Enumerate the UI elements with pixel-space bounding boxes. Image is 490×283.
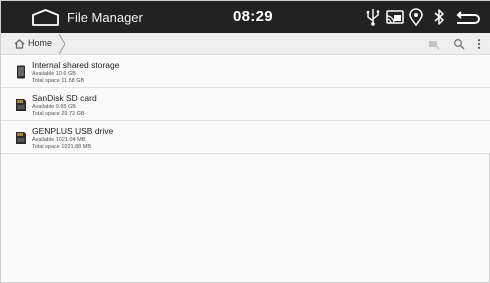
storage-item-internal[interactable]: Internal shared storage Available 10.6 G… [1, 55, 490, 88]
storage-item-sd-card[interactable]: SanDisk SD card Available 9.65 GB Total … [1, 88, 490, 121]
storage-item-usb-drive[interactable]: GENPLUS USB drive Available 1021.04 MB T… [1, 121, 490, 154]
storage-total: Total space 11.58 GB [32, 78, 85, 84]
back-arrow-icon[interactable] [454, 8, 480, 28]
storage-total: Total space 29.72 GB [32, 111, 85, 117]
app-title: File Manager [67, 10, 143, 25]
breadcrumb-separator-icon [58, 33, 66, 55]
storage-available: Available 9.65 GB [32, 104, 76, 110]
storage-available: Available 10.6 GB [32, 71, 76, 77]
storage-list: Internal shared storage Available 10.6 G… [1, 55, 490, 154]
usb-icon [366, 9, 380, 26]
more-vert-icon[interactable] [473, 38, 485, 50]
home-outline-icon[interactable] [31, 8, 60, 27]
usb-drive-icon [16, 132, 26, 144]
storage-total: Total space 1021.88 MB [32, 144, 92, 150]
breadcrumb-home[interactable]: Home [28, 38, 52, 48]
cast-icon [386, 10, 404, 24]
phone-storage-icon [17, 65, 25, 79]
clock: 08:29 [233, 8, 273, 25]
storage-name: SanDisk SD card [32, 93, 97, 103]
sd-card-icon [16, 99, 26, 111]
search-icon[interactable] [453, 38, 465, 50]
storage-available: Available 1021.04 MB [32, 137, 86, 143]
storage-name: GENPLUS USB drive [32, 126, 114, 136]
bluetooth-icon [434, 9, 444, 25]
storage-name: Internal shared storage [32, 60, 120, 70]
file-manager-window: File Manager 08:29 Home Internal shared … [0, 0, 490, 283]
select-icon[interactable] [428, 38, 440, 50]
location-icon [409, 8, 423, 27]
home-icon [14, 39, 25, 49]
breadcrumb-toolbar: Home [1, 33, 490, 55]
status-bar: File Manager 08:29 [1, 1, 490, 33]
